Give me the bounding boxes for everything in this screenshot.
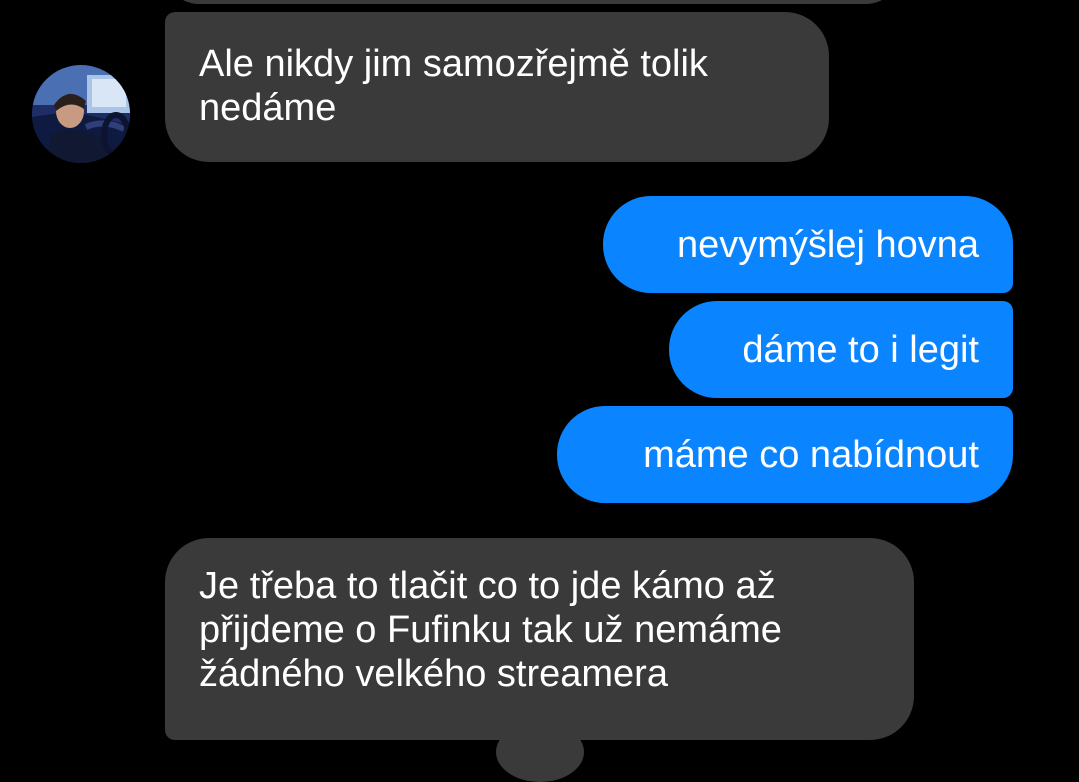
previous-message-bubble[interactable] [165,0,900,4]
contact-avatar[interactable] [32,65,130,163]
incoming-message-bubble[interactable]: Ale nikdy jim samozřejmě tolik nedáme [165,12,829,162]
outgoing-message-bubble[interactable]: dáme to i legit [669,301,1013,398]
outgoing-message-bubble[interactable]: nevymýšlej hovna [603,196,1013,293]
read-receipt-avatar [496,722,584,782]
avatar-photo-icon [32,65,130,163]
incoming-message-bubble[interactable]: Je třeba to tlačit co to jde kámo až při… [165,538,914,740]
outgoing-message-bubble[interactable]: máme co nabídnout [557,406,1013,503]
